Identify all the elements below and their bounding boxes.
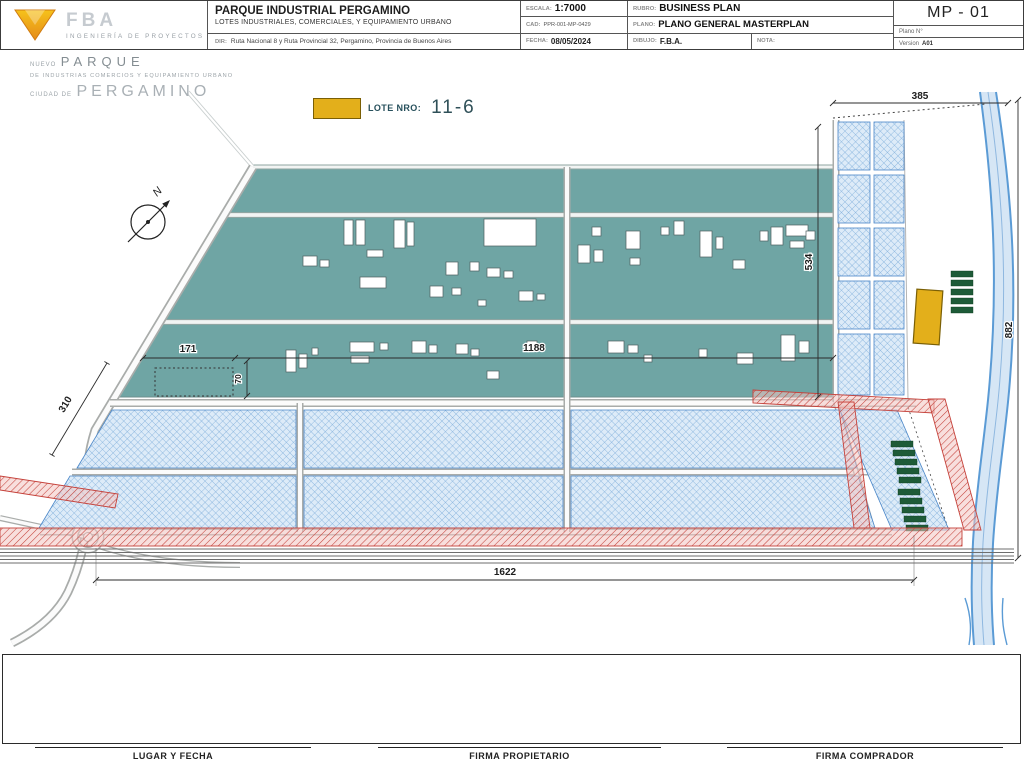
signature-line [727, 747, 1003, 748]
sheet-number-cell: MP - 01 Plano N° Version A01 [893, 1, 1023, 49]
plano-n-label: Plano N° [899, 28, 923, 35]
signature-label: LUGAR Y FECHA [132, 751, 214, 761]
branding-nuevo: NUEVO [30, 62, 57, 68]
plan-sheet: 385 534 882 171 1188 70 310 1622 N FBA I… [0, 0, 1024, 768]
branding-ciudad-de: CIUDAD DE [30, 91, 73, 98]
signature-line [378, 747, 661, 748]
version-value: A01 [922, 40, 934, 47]
project-subtitle: LOTES INDUSTRIALES, COMERCIALES, Y EQUIP… [215, 19, 452, 26]
north-compass-icon: N [127, 185, 170, 243]
fba-logo-icon [14, 9, 56, 41]
dibujo-value: F.B.A. [659, 36, 683, 46]
dim-171: 171 [180, 344, 197, 355]
escala-label: ESCALA: [526, 5, 552, 12]
industrial-area [115, 166, 837, 398]
lot-color-swatch [313, 97, 361, 119]
dim-385: 385 [912, 91, 929, 102]
version-label: Version [899, 40, 920, 47]
logo-cell: FBA INGENIERÍA DE PROYECTOS [1, 1, 207, 49]
sheet-code: MP - 01 [927, 4, 990, 21]
lot-legend: LOTE NRO: 11-6 [313, 97, 476, 119]
company-tagline: INGENIERÍA DE PROYECTOS [66, 33, 205, 40]
company-name: FBA [66, 10, 118, 31]
compass-north-label: N [151, 185, 165, 199]
plano-label: PLANO: [633, 21, 656, 28]
lot-legend-number: 11-6 [431, 97, 476, 118]
signature-label: FIRMA PROPIETARIO [469, 751, 570, 761]
fecha-label: FECHA: [526, 38, 548, 45]
dim-882: 882 [1004, 321, 1015, 338]
signature-label: FIRMA COMPRADOR [815, 751, 915, 761]
signature-line [35, 747, 311, 748]
highlighted-lot-11-6 [912, 288, 944, 346]
branding-block: NUEVO PARQUE DE INDUSTRIAS COMERCIOS Y E… [30, 52, 233, 102]
branding-pergamino: PERGAMINO [76, 82, 211, 100]
nota-label: NOTA: [757, 38, 775, 45]
signature-buyer: FIRMA COMPRADOR [727, 747, 1003, 761]
river [964, 91, 1015, 646]
dim-534: 534 [804, 253, 815, 270]
escala-value: 1:7000 [554, 3, 586, 15]
project-cell: PARQUE INDUSTRIAL PERGAMINO LOTES INDUST… [207, 1, 520, 49]
rubro-label: RUBRO: [633, 5, 657, 12]
title-block: FBA INGENIERÍA DE PROYECTOS PARQUE INDUS… [0, 0, 1024, 50]
dim-310: 310 [57, 394, 75, 414]
plan-info-cell: RUBRO: BUSINESS PLAN PLANO: PLANO GENERA… [627, 1, 893, 49]
dir-label: DIR: [215, 38, 227, 45]
masterplan-drawing: 385 534 882 171 1188 70 310 1622 N [0, 90, 1022, 648]
branding-line2: DE INDUSTRIAS COMERCIOS Y EQUIPAMIENTO U… [30, 73, 234, 79]
project-title: PARQUE INDUSTRIAL PERGAMINO [215, 5, 411, 17]
dir-value: Ruta Nacional 8 y Ruta Provincial 32, Pe… [230, 38, 452, 45]
notes-box [2, 654, 1021, 744]
lot-legend-label: LOTE NRO: [368, 103, 422, 113]
dim-1622: 1622 [494, 567, 517, 578]
signature-place-date: LUGAR Y FECHA [35, 747, 311, 761]
plano-value: PLANO GENERAL MASTERPLAN [658, 19, 810, 31]
dim-70: 70 [233, 374, 243, 384]
branding-parque: PARQUE [60, 54, 145, 69]
cad-value: PPR-001-MP-0429 [543, 21, 591, 28]
cad-label: CAD: [526, 21, 541, 28]
dibujo-label: DIBUJO: [633, 38, 657, 45]
rubro-value: BUSINESS PLAN [659, 3, 741, 15]
meta-cell: ESCALA: 1:7000 CAD: PPR-001-MP-0429 FECH… [520, 1, 627, 49]
fecha-value: 08/05/2024 [550, 36, 591, 46]
signature-owner: FIRMA PROPIETARIO [378, 747, 661, 761]
dim-1188: 1188 [523, 343, 545, 354]
